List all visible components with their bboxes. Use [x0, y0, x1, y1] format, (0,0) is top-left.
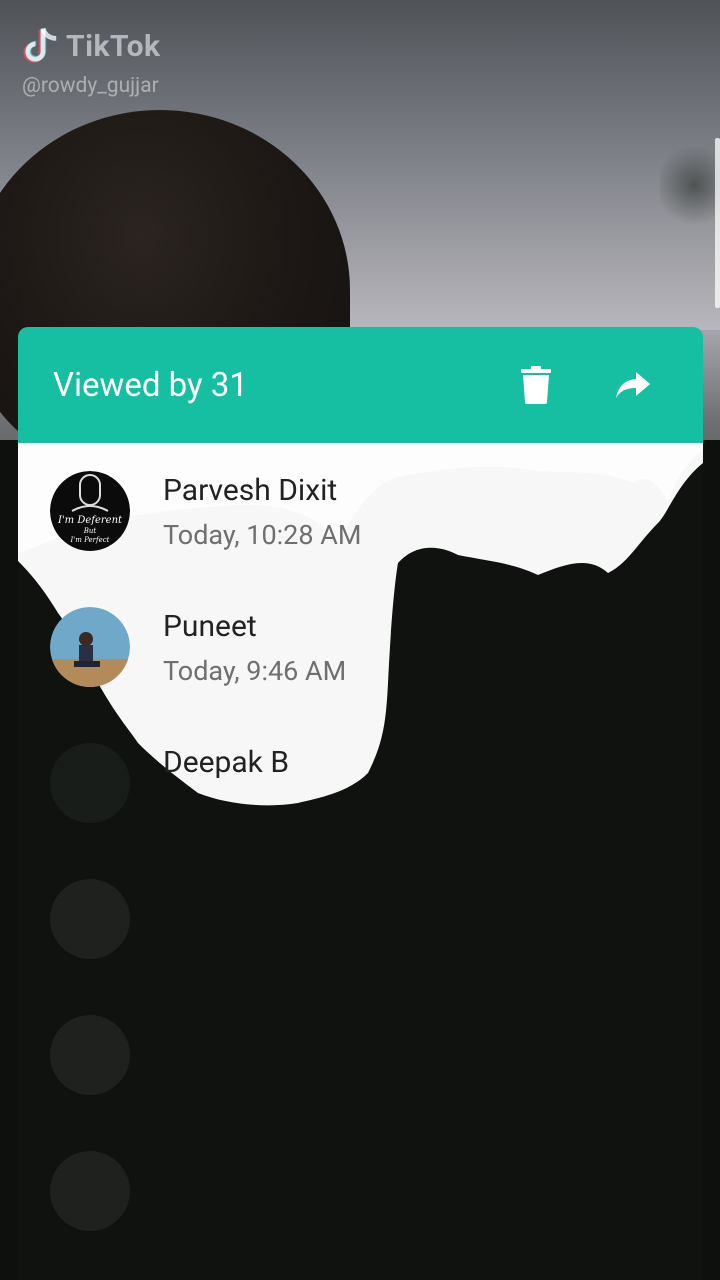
avatar: I'm Deferent But I'm Perfect [50, 471, 130, 551]
trash-icon [521, 366, 551, 404]
share-forward-icon [616, 372, 650, 398]
viewer-row[interactable]: Deepak B [18, 715, 703, 851]
viewer-row[interactable] [18, 1123, 703, 1259]
viewer-time: Today, 10:28 AM [163, 519, 362, 551]
status-story-screen: TikTok @rowdy_gujjar Viewed by 31 I'm De… [0, 0, 720, 1280]
viewer-time: Today, 9:46 AM [163, 655, 347, 687]
viewer-name: Deepak B [163, 745, 290, 780]
tiktok-handle: @rowdy_gujjar [22, 74, 159, 98]
background-tree [660, 140, 720, 230]
avatar [50, 879, 130, 959]
edge-indicator [715, 138, 720, 308]
tiktok-brand-text: TikTok [66, 28, 161, 64]
tiktok-logo-icon [23, 27, 57, 63]
viewer-name: Puneet [163, 609, 257, 644]
viewer-row[interactable] [18, 851, 703, 987]
viewers-dialog: Viewed by 31 I'm Deferent But I'm Perfec… [18, 327, 703, 1280]
avatar-image [50, 607, 130, 687]
viewer-row[interactable]: I'm Deferent But I'm Perfect Parvesh Dix… [18, 443, 703, 579]
viewer-name: Parvesh Dixit [163, 473, 338, 508]
tiktok-watermark: TikTok @rowdy_gujjar [22, 24, 161, 98]
avatar [50, 743, 130, 823]
svg-text:I'm Perfect: I'm Perfect [70, 536, 110, 544]
avatar-image: I'm Deferent But I'm Perfect [50, 471, 130, 551]
avatar [50, 607, 130, 687]
svg-text:I'm Deferent: I'm Deferent [57, 515, 123, 526]
tiktok-brand: TikTok [22, 24, 161, 68]
viewer-row[interactable] [18, 987, 703, 1123]
share-button[interactable] [603, 355, 663, 415]
svg-text:But: But [83, 527, 97, 535]
avatar [50, 1151, 130, 1231]
delete-button[interactable] [506, 355, 566, 415]
avatar [50, 1015, 130, 1095]
dialog-header: Viewed by 31 [18, 327, 703, 443]
viewer-row[interactable]: Puneet Today, 9:46 AM [18, 579, 703, 715]
viewers-list: I'm Deferent But I'm Perfect Parvesh Dix… [18, 443, 703, 1280]
